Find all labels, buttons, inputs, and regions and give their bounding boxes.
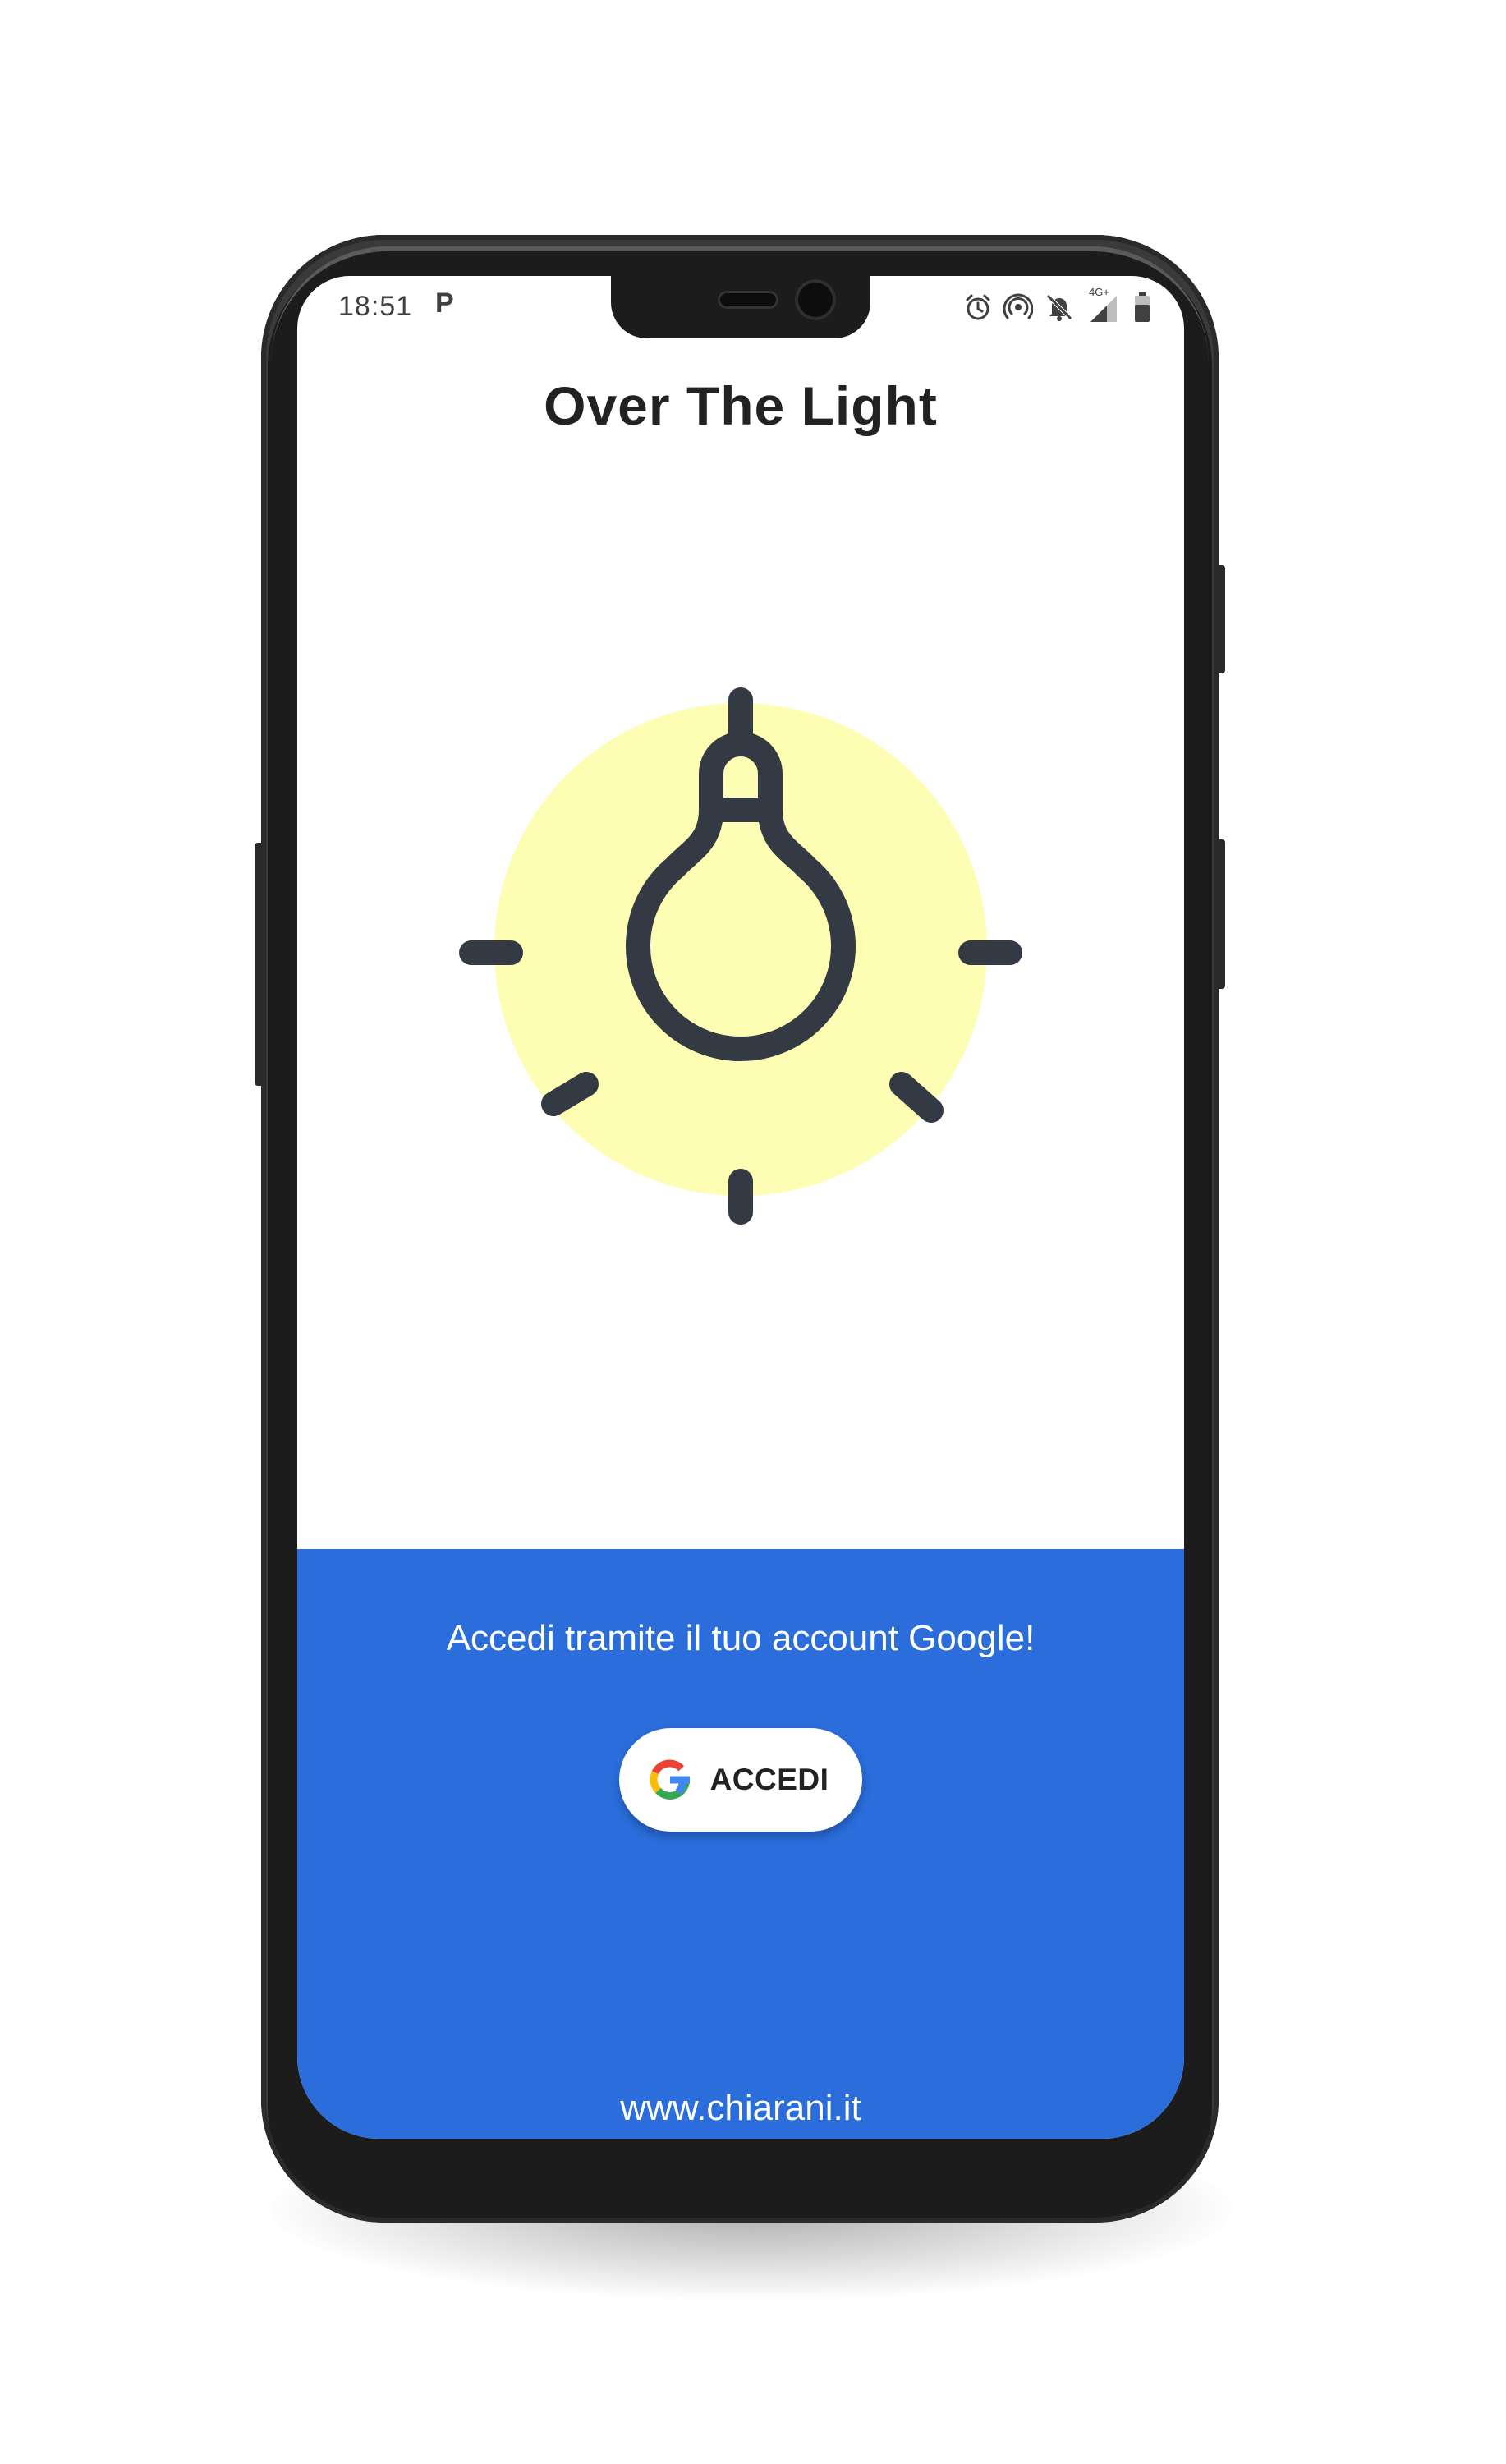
google-icon xyxy=(650,1759,690,1800)
google-signin-button[interactable]: ACCEDI xyxy=(619,1728,862,1832)
battery-icon xyxy=(1135,292,1150,322)
signal-indicator: 4G+ xyxy=(1086,286,1122,324)
lightbulb-icon xyxy=(459,687,1022,1225)
status-icons: 4G+ xyxy=(964,286,1151,325)
hotspot-icon xyxy=(1003,293,1033,319)
front-camera xyxy=(795,279,836,320)
signal-icon xyxy=(1090,296,1117,322)
app-title: Over The Light xyxy=(544,375,938,436)
notification-app-icon: P xyxy=(435,287,454,319)
website-link[interactable]: www.chiarani.it xyxy=(297,2088,1184,2129)
hero-section xyxy=(297,276,1184,1549)
login-prompt: Accedi tramite il tuo account Google! xyxy=(446,1618,1035,1658)
bell-off-icon xyxy=(1046,294,1072,321)
login-panel: Accedi tramite il tuo account Google! AC… xyxy=(297,1549,1184,2139)
ray-bottom-left xyxy=(541,1072,599,1116)
accedi-button-label: ACCEDI xyxy=(709,1763,829,1796)
alarm-icon xyxy=(966,294,990,320)
phone-screen: 18:51 P 4G+ Over The Light Accedi tramit… xyxy=(297,276,1184,2139)
status-time: 18:51 xyxy=(338,291,413,322)
light-glow xyxy=(494,703,987,1196)
earpiece-speaker xyxy=(718,291,778,309)
camera-notch xyxy=(611,276,870,338)
